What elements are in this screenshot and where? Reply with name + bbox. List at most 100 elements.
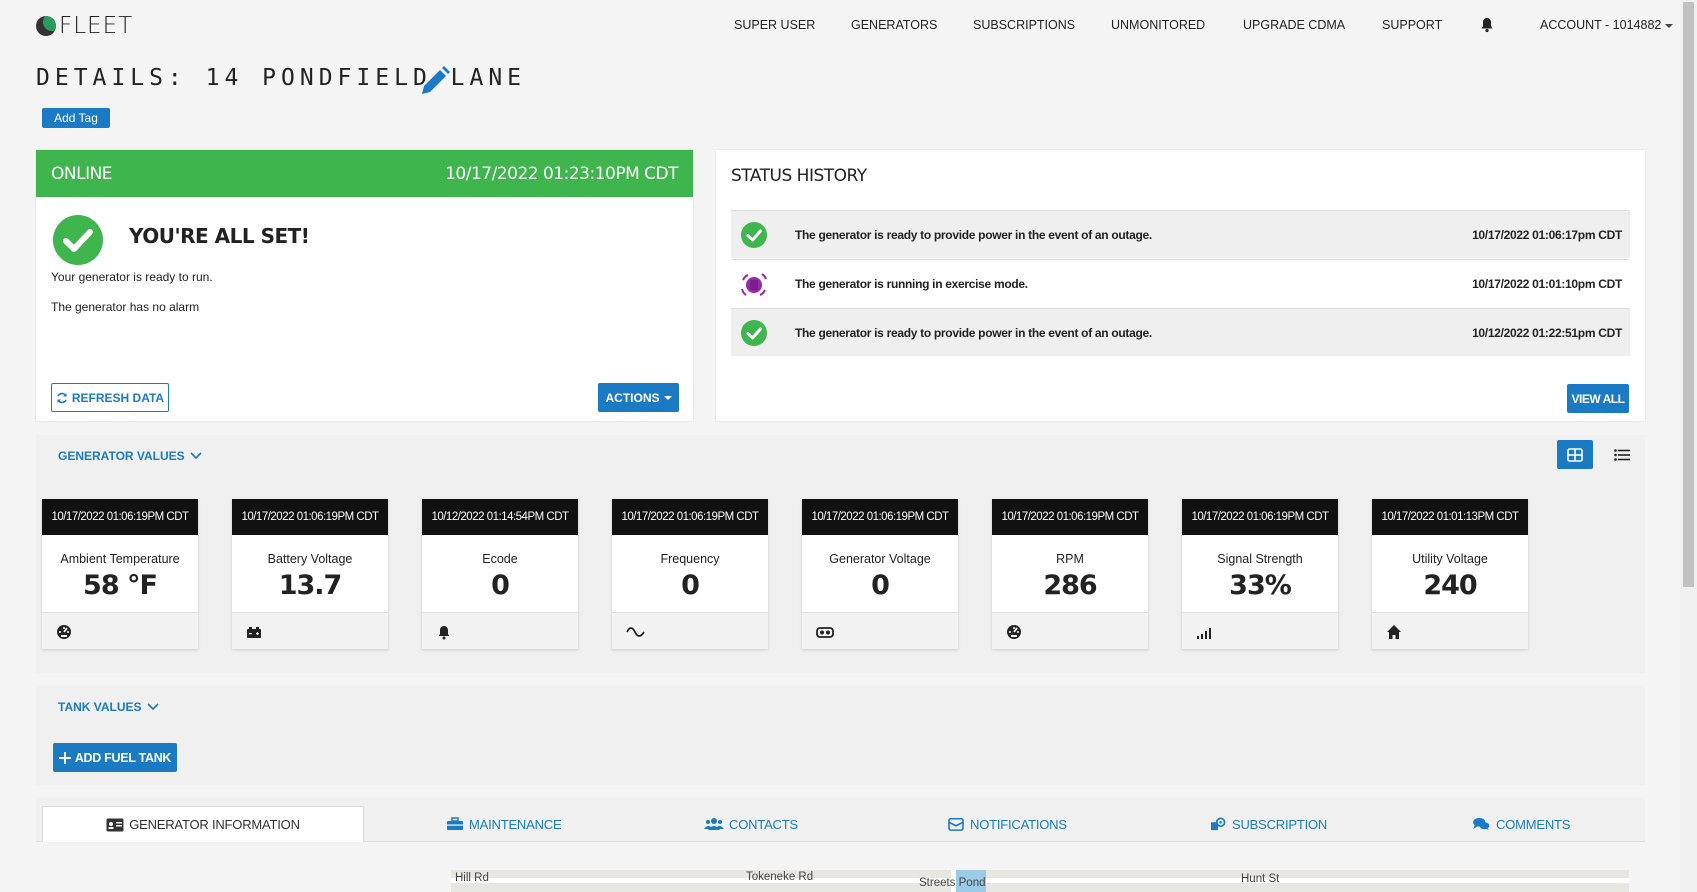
value-tile-ambient-temperature: 10/17/2022 01:06:19PM CDT Ambient Temper…	[42, 499, 198, 649]
history-text: The generator is running in exercise mod…	[795, 276, 1028, 291]
caret-down-icon	[1665, 23, 1674, 28]
history-text: The generator is ready to provide power …	[795, 227, 1152, 242]
actions-dropdown-button[interactable]: ACTIONS	[598, 383, 679, 412]
list-view-button[interactable]	[1604, 440, 1640, 469]
tile-value: 13.7	[278, 570, 343, 601]
check-circle-icon	[741, 221, 767, 248]
tile-footer	[802, 612, 958, 649]
generator-values-label: GENERATOR VALUES	[58, 449, 185, 463]
tab-label: COMMENTS	[1496, 816, 1571, 832]
account-menu[interactable]: ACCOUNT - 1014882	[1540, 18, 1674, 32]
history-text: The generator is ready to provide power …	[795, 325, 1152, 340]
tab-notifications[interactable]: NOTIFICATIONS	[947, 806, 1067, 842]
scrollbar-thumb[interactable]	[1683, 2, 1694, 587]
exercise-icon	[741, 272, 767, 296]
grid-view-button[interactable]	[1557, 440, 1593, 469]
value-tile-utility-voltage: 10/17/2022 01:01:13PM CDT Utility Voltag…	[1372, 499, 1528, 649]
tile-value: 286	[1043, 570, 1097, 601]
history-time: 10/17/2022 01:01:10pm CDT	[1472, 276, 1622, 291]
tile-footer	[42, 612, 198, 649]
page-title: DETAILS: 14 PONDFIELD LANE	[36, 65, 527, 91]
fleet-logo[interactable]: FLEET	[36, 12, 133, 40]
tab-label: SUBSCRIPTION	[1232, 816, 1328, 832]
toolbox-icon	[447, 817, 463, 830]
add-fuel-tank-label: ADD FUEL TANK	[74, 750, 172, 765]
tile-footer	[1182, 612, 1338, 649]
status-card: ONLINE 10/17/2022 01:23:10PM CDT YOU'RE …	[36, 150, 693, 421]
users-icon	[704, 818, 724, 830]
tile-timestamp: 10/17/2022 01:01:13PM CDT	[1372, 499, 1528, 535]
signal-icon	[1197, 628, 1211, 639]
value-tile-battery-voltage: 10/17/2022 01:06:19PM CDT Battery Voltag…	[232, 499, 388, 649]
value-tile-generator-voltage: 10/17/2022 01:06:19PM CDT Generator Volt…	[802, 499, 958, 649]
generator-icon	[816, 627, 834, 638]
pencil-icon[interactable]	[418, 64, 452, 98]
nav-unmonitored[interactable]: UNMONITORED	[1111, 18, 1205, 32]
tile-value: 33%	[1229, 570, 1292, 601]
notification-icon	[948, 817, 964, 831]
status-history-card: STATUS HISTORY The generator is ready to…	[716, 150, 1645, 421]
check-circle-icon	[741, 319, 767, 346]
comments-icon	[1473, 817, 1490, 831]
battery-icon	[247, 627, 261, 638]
refresh-icon	[57, 392, 67, 403]
tile-name: Generator Voltage	[829, 552, 931, 566]
tab-comments[interactable]: COMMENTS	[1471, 806, 1570, 842]
refresh-data-button[interactable]: REFRESH DATA	[51, 383, 169, 412]
tile-name: RPM	[1056, 552, 1084, 566]
refresh-label: REFRESH DATA	[71, 390, 165, 405]
tile-name: Signal Strength	[1217, 552, 1303, 566]
bell-icon	[438, 626, 450, 640]
generator-values-toggle[interactable]: GENERATOR VALUES	[58, 449, 202, 463]
view-all-button[interactable]: VIEW ALL	[1567, 384, 1629, 413]
tab-maintenance[interactable]: MAINTENANCE	[446, 806, 562, 842]
tab-label: MAINTENANCE	[469, 816, 562, 832]
detail-tabs: GENERATOR INFORMATION MAINTENANCE CONTAC…	[36, 798, 1645, 842]
generator-values-panel: GENERATOR VALUES 10/17/2022 01:06:19PM C…	[36, 435, 1645, 673]
tile-timestamp: 10/17/2022 01:06:19PM CDT	[802, 499, 958, 535]
tab-generator-information[interactable]: GENERATOR INFORMATION	[42, 806, 364, 842]
tile-value: 0	[491, 570, 510, 601]
tile-timestamp: 10/17/2022 01:06:19PM CDT	[992, 499, 1148, 535]
id-card-icon	[106, 818, 124, 831]
actions-label: ACTIONS	[605, 390, 660, 405]
status-state: ONLINE	[51, 163, 113, 184]
map-label: Streets Pond	[919, 877, 986, 889]
tab-label: CONTACTS	[729, 816, 798, 832]
tile-name: Battery Voltage	[267, 552, 353, 566]
tab-subscription[interactable]: SUBSCRIPTION	[1209, 806, 1327, 842]
tab-label: NOTIFICATIONS	[970, 816, 1067, 832]
add-fuel-tank-button[interactable]: ADD FUEL TANK	[53, 743, 177, 772]
tile-name: Frequency	[660, 552, 720, 566]
tile-timestamp: 10/17/2022 01:06:19PM CDT	[42, 499, 198, 535]
nav-subscriptions[interactable]: SUBSCRIPTIONS	[973, 18, 1075, 32]
status-headline: YOU'RE ALL SET!	[129, 224, 310, 248]
nav-support[interactable]: SUPPORT	[1382, 18, 1442, 32]
grid-icon	[1567, 447, 1583, 462]
value-tile-frequency: 10/17/2022 01:06:19PM CDT Frequency 0	[612, 499, 768, 649]
tile-footer	[1372, 612, 1528, 649]
tile-value: 0	[871, 570, 890, 601]
nav-super-user[interactable]: SUPER USER	[734, 18, 815, 32]
tank-values-toggle[interactable]: TANK VALUES	[58, 700, 159, 714]
map-label: Hunt St	[1241, 873, 1280, 885]
tank-values-label: TANK VALUES	[58, 700, 142, 714]
tile-footer	[422, 612, 578, 649]
map-label: Hill Rd	[455, 872, 489, 884]
logo-text: FLEET	[59, 13, 134, 39]
value-tile-signal-strength: 10/17/2022 01:06:19PM CDT Signal Strengt…	[1182, 499, 1338, 649]
tile-timestamp: 10/17/2022 01:06:19PM CDT	[232, 499, 388, 535]
tile-name: Ambient Temperature	[60, 552, 180, 566]
tile-footer	[232, 612, 388, 649]
tile-value: 240	[1423, 570, 1477, 601]
status-line-ready: Your generator is ready to run.	[51, 270, 213, 284]
location-map[interactable]: Hill Rd Tokeneke Rd Streets Pond Hunt St	[451, 870, 1629, 892]
gauge-icon	[57, 625, 71, 639]
nav-upgrade-cdma[interactable]: UPGRADE CDMA	[1243, 18, 1345, 32]
tab-contacts[interactable]: CONTACTS	[704, 806, 798, 842]
bell-icon[interactable]	[1480, 17, 1494, 33]
tile-value: 0	[681, 570, 700, 601]
history-time: 10/12/2022 01:22:51pm CDT	[1472, 325, 1622, 340]
nav-generators[interactable]: GENERATORS	[851, 18, 937, 32]
add-tag-button[interactable]: Add Tag	[42, 108, 110, 128]
